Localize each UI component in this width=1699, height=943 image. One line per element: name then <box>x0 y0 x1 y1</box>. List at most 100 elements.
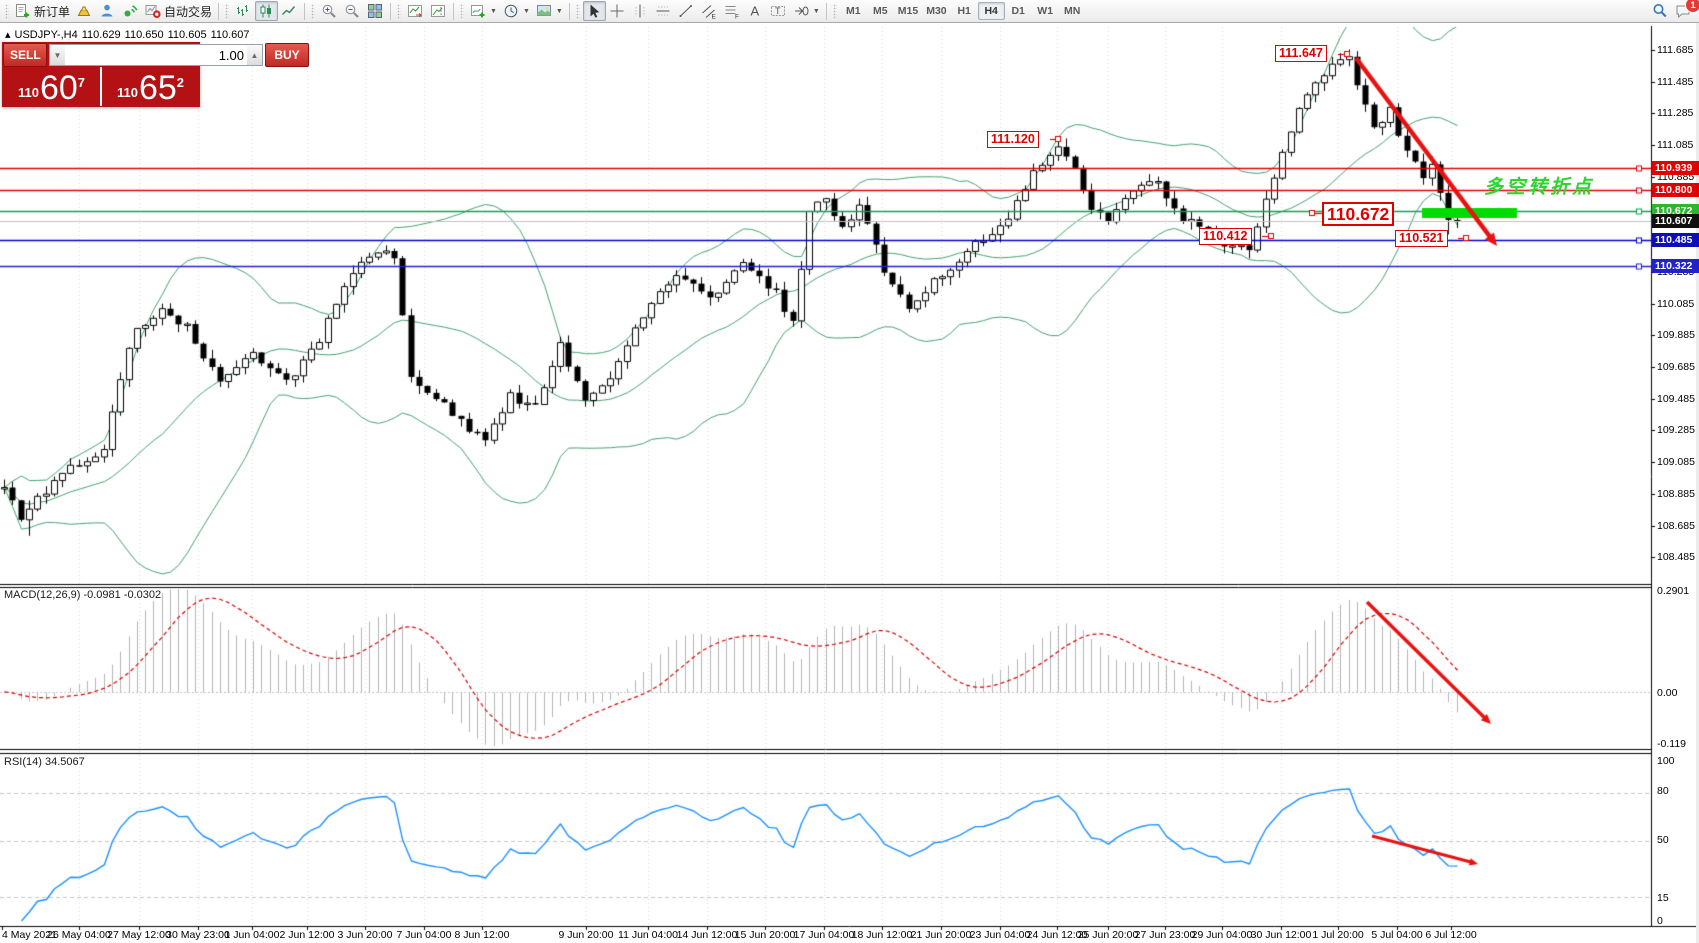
price-line-badge: 110.800 <box>1652 183 1699 197</box>
price-callout-label[interactable]: 110.412 <box>1199 228 1252 245</box>
volume-decrease-button[interactable]: ▼ <box>50 45 65 65</box>
templates-button[interactable]: ▼ <box>533 1 566 21</box>
toolbar-separator <box>304 3 305 20</box>
time-axis-label: 26 May 04:00 <box>47 929 111 941</box>
timeframe-m30-button[interactable]: M30 <box>922 2 950 20</box>
rsi-scale-label: 15 <box>1657 892 1669 904</box>
candles-chart-icon <box>258 3 274 19</box>
time-axis-label: 1 Jul 20:00 <box>1312 929 1363 941</box>
indicators-button[interactable]: ▼ <box>467 1 500 21</box>
toolbar-grip[interactable] <box>460 4 464 19</box>
search-button[interactable] <box>1649 1 1672 21</box>
chart-shift-icon <box>407 3 423 19</box>
cursor-tool-button[interactable] <box>583 1 606 21</box>
time-axis-label: 14 Jun 12:00 <box>677 929 738 941</box>
time-axis-label: 30 May 23:00 <box>166 929 230 941</box>
time-axis-label: 1 Jun 04:00 <box>225 929 280 941</box>
trendline-tool-button[interactable] <box>675 1 698 21</box>
hline-icon <box>655 3 671 19</box>
autotrading-button-label: 自动交易 <box>164 3 212 20</box>
time-axis-label: 21 Jun 20:00 <box>911 929 972 941</box>
macd-indicator-label: MACD(12,26,9) -0.0981 -0.0302 <box>4 589 161 601</box>
auto-scroll-button[interactable] <box>404 1 427 21</box>
bars-chart-icon <box>235 3 251 19</box>
channel-tool-button[interactable]: E <box>698 1 721 21</box>
tile-windows-button[interactable] <box>364 1 387 21</box>
svg-text:T: T <box>775 6 781 16</box>
sell-button[interactable]: SELL <box>3 43 47 67</box>
rsi-scale-label: 80 <box>1657 785 1669 797</box>
time-axis-label: 30 Jun 12:00 <box>1251 929 1312 941</box>
timeframe-h1-button[interactable]: H1 <box>951 2 978 20</box>
line-chart-icon <box>281 3 297 19</box>
fibonacci-tool-button[interactable]: F <box>721 1 744 21</box>
price-axis-label: 108.685 <box>1657 520 1695 532</box>
buy-price[interactable]: 110652 <box>102 67 199 106</box>
community-button[interactable] <box>96 1 119 21</box>
new-order-button[interactable]: 新订单 <box>12 1 73 21</box>
chart-symbol-label: USDJPY-,H4 <box>15 29 78 41</box>
buy-button[interactable]: BUY <box>265 43 309 67</box>
sell-price-big-figure: 110 <box>18 85 39 100</box>
zoom-out-button[interactable] <box>341 1 364 21</box>
crosshair-icon <box>609 3 625 19</box>
toolbar-grip[interactable] <box>397 4 401 19</box>
toolbar-grip[interactable] <box>576 4 580 19</box>
vertical-line-tool-button[interactable] <box>629 1 652 21</box>
shapes-tool-button[interactable]: ▼ <box>790 1 823 21</box>
price-axis-label: 111.685 <box>1657 44 1693 56</box>
timeframe-m5-button[interactable]: M5 <box>867 2 894 20</box>
ohlc-open: 110.629 <box>82 29 121 41</box>
text-tool-button[interactable]: A <box>744 1 767 21</box>
line-chart-button[interactable] <box>278 1 301 21</box>
time-axis-label: 27 Jun 23:00 <box>1135 929 1196 941</box>
toolbar-grip[interactable] <box>225 4 229 19</box>
chart-ohlc-info: ▴USDJPY-,H4110.629110.650110.605110.607 <box>5 28 254 41</box>
trend-icon <box>678 3 694 19</box>
notification-badge[interactable]: 1 <box>1685 0 1699 13</box>
text-a-icon: A <box>747 3 763 19</box>
tile-icon <box>367 3 383 19</box>
candle-chart-button[interactable] <box>255 1 278 21</box>
sell-price[interactable]: 110607 <box>3 67 100 106</box>
toolbar-grip[interactable] <box>311 4 315 19</box>
rsi-indicator-label: RSI(14) 34.5067 <box>4 756 85 768</box>
price-callout-label[interactable]: 111.120 <box>987 131 1039 148</box>
play-red-icon <box>145 3 161 19</box>
zoom-out-icon <box>344 3 360 19</box>
shapes-icon <box>793 3 809 19</box>
price-callout-label[interactable]: 110.521 <box>1395 230 1448 247</box>
periods-button[interactable]: ▼ <box>500 1 533 21</box>
volume-increase-button[interactable]: ▲ <box>247 45 262 65</box>
price-axis-label: 111.485 <box>1657 76 1693 88</box>
volume-input[interactable] <box>65 45 247 65</box>
timeframe-w1-button[interactable]: W1 <box>1032 2 1059 20</box>
macd-scale-zero: 0.00 <box>1657 687 1677 699</box>
timeframe-m1-button[interactable]: M1 <box>840 2 867 20</box>
timeframe-m15-button[interactable]: M15 <box>894 2 922 20</box>
turning-point-annotation[interactable]: 多空转折点 <box>1484 172 1594 199</box>
bar-chart-button[interactable] <box>232 1 255 21</box>
toolbar-separator <box>826 3 827 20</box>
toolbar-grip[interactable] <box>5 4 9 19</box>
label-tool-button[interactable]: T <box>767 1 790 21</box>
sell-price-pips: 60 <box>40 74 78 104</box>
timeframe-d1-button[interactable]: D1 <box>1005 2 1032 20</box>
chart-canvas[interactable] <box>0 0 1699 943</box>
autotrading-button[interactable]: 自动交易 <box>142 1 215 21</box>
time-axis-label: 2 Jun 12:00 <box>280 929 335 941</box>
crosshair-tool-button[interactable] <box>606 1 629 21</box>
price-callout-label[interactable]: 110.672 <box>1322 202 1394 226</box>
time-axis-label: 3 Jun 20:00 <box>338 929 393 941</box>
timeframe-mn-button[interactable]: MN <box>1059 2 1086 20</box>
signals-button[interactable] <box>119 1 142 21</box>
svg-text:E: E <box>711 14 716 20</box>
chevron-down-icon: ▼ <box>523 8 530 15</box>
zoom-in-button[interactable] <box>318 1 341 21</box>
horizontal-line-tool-button[interactable] <box>652 1 675 21</box>
chart-shift-button[interactable] <box>427 1 450 21</box>
toolbar-grip[interactable] <box>833 4 837 19</box>
timeframe-h4-button[interactable]: H4 <box>978 2 1005 20</box>
market-watch-button[interactable] <box>73 1 96 21</box>
price-callout-label[interactable]: 111.647 <box>1275 45 1327 62</box>
